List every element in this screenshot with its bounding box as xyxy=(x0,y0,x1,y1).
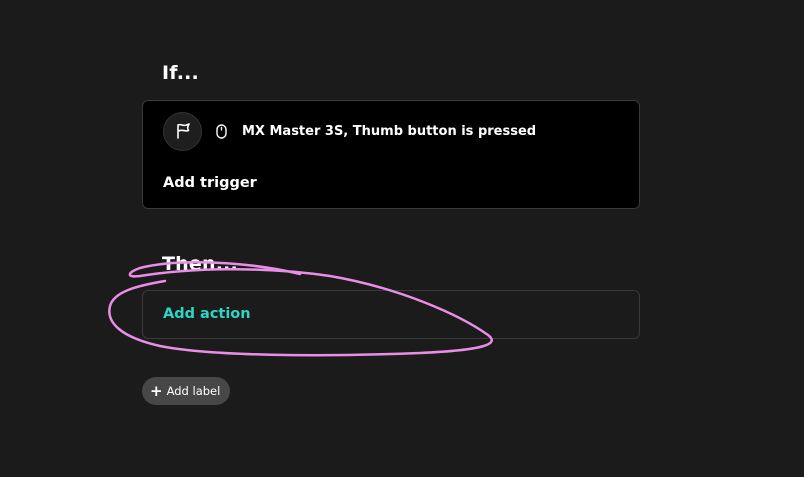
trigger-card: MX Master 3S, Thumb button is pressed Ad… xyxy=(142,100,640,209)
add-trigger-button[interactable]: Add trigger xyxy=(163,175,257,191)
action-card: Add action xyxy=(142,290,640,339)
highlight-annotation xyxy=(108,261,494,357)
then-heading: Then... xyxy=(162,253,238,275)
if-heading: If... xyxy=(162,62,199,84)
page: If... MX Master 3S, Thumb button is pres… xyxy=(0,0,804,477)
flag-icon xyxy=(163,111,202,151)
add-action-button[interactable]: Add action xyxy=(163,306,251,322)
trigger-row[interactable]: MX Master 3S, Thumb button is pressed xyxy=(163,111,536,151)
trigger-description: MX Master 3S, Thumb button is pressed xyxy=(242,123,537,139)
add-label-button[interactable]: + Add label xyxy=(142,377,231,405)
mouse-icon xyxy=(215,123,227,139)
add-label-text: Add label xyxy=(166,384,221,398)
plus-icon: + xyxy=(150,381,163,400)
